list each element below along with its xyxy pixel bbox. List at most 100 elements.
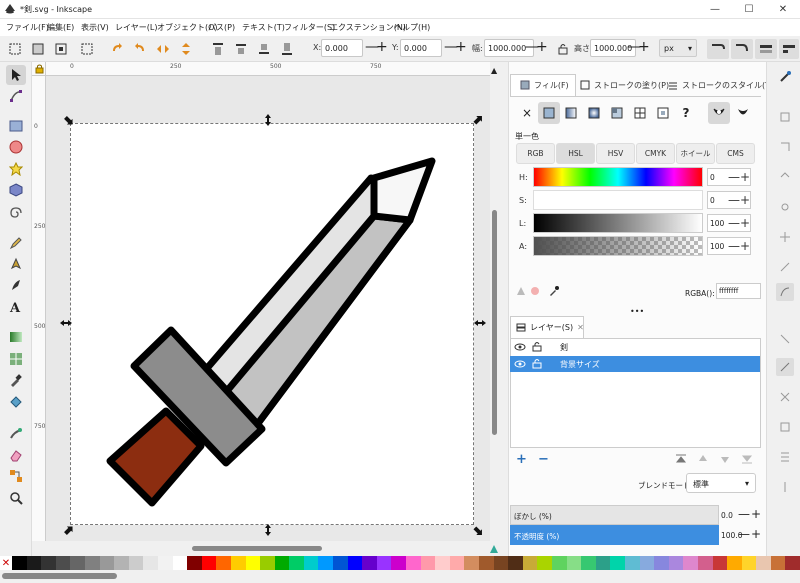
palette-swatch[interactable] bbox=[654, 556, 669, 570]
palette-swatch[interactable] bbox=[406, 556, 421, 570]
node-tool-icon[interactable] bbox=[6, 86, 26, 106]
vertical-ruler[interactable]: 0 250 500 750 bbox=[32, 76, 46, 541]
add-layer-button[interactable]: + bbox=[516, 452, 527, 467]
rotate-cw-icon[interactable] bbox=[131, 40, 149, 58]
mode-hsv-button[interactable]: HSV bbox=[596, 143, 635, 164]
palette-swatch[interactable] bbox=[362, 556, 377, 570]
y-input[interactable] bbox=[400, 39, 442, 57]
layer-row-selected[interactable]: 背景サイズ bbox=[510, 356, 760, 372]
raise-layer-to-top-icon[interactable] bbox=[675, 454, 687, 466]
snap-smooth-icon[interactable] bbox=[776, 358, 794, 376]
palette-swatch[interactable] bbox=[128, 556, 144, 570]
tab-stroke-style[interactable]: ストロークのスタイル(Y) bbox=[668, 74, 773, 96]
raise-layer-icon[interactable] bbox=[697, 454, 709, 466]
lightness-decrement-button[interactable]: — bbox=[728, 216, 740, 230]
palette-swatch[interactable] bbox=[508, 556, 523, 570]
lower-layer-to-bottom-icon[interactable] bbox=[741, 454, 753, 466]
menu-view[interactable]: 表示(V) bbox=[81, 22, 109, 33]
fill-rule-evenodd-icon[interactable] bbox=[708, 102, 730, 124]
snap-paths-icon[interactable] bbox=[776, 283, 794, 301]
color-palette[interactable]: ✕ bbox=[0, 556, 800, 570]
spiral-tool-icon[interactable] bbox=[6, 202, 26, 222]
vertical-scroll-thumb[interactable] bbox=[492, 210, 497, 435]
pencil-tool-icon[interactable] bbox=[6, 233, 26, 253]
mode-rgb-button[interactable]: RGB bbox=[516, 143, 555, 164]
sword-tip[interactable] bbox=[370, 157, 436, 224]
lock-ratio-icon[interactable] bbox=[554, 40, 572, 58]
close-tab-icon[interactable]: ✕ bbox=[577, 323, 584, 332]
blur-increment-button[interactable]: + bbox=[751, 507, 761, 521]
palette-swatch[interactable] bbox=[303, 556, 319, 570]
palette-swatch[interactable] bbox=[697, 556, 713, 570]
hue-increment-button[interactable]: + bbox=[740, 170, 750, 184]
mesh-gradient-button[interactable] bbox=[606, 102, 628, 124]
palette-scroll-thumb[interactable] bbox=[2, 573, 117, 579]
palette-swatch[interactable] bbox=[201, 556, 217, 570]
eye-icon[interactable] bbox=[514, 359, 526, 371]
palette-swatch[interactable] bbox=[727, 556, 742, 570]
scroll-up-arrow-icon[interactable]: ▲ bbox=[491, 66, 497, 75]
palette-swatch[interactable] bbox=[581, 556, 596, 570]
snap-bbox-edge-icon[interactable] bbox=[776, 138, 794, 156]
scale-corners-icon[interactable] bbox=[731, 39, 753, 59]
snap-bbox-icon[interactable] bbox=[776, 108, 794, 126]
unset-paint-button[interactable]: ? bbox=[675, 102, 697, 124]
palette-scrollbar[interactable] bbox=[0, 570, 800, 583]
sword-drawing[interactable] bbox=[106, 157, 436, 507]
palette-swatch[interactable] bbox=[187, 556, 202, 570]
palette-swatch[interactable] bbox=[420, 556, 436, 570]
drawing-canvas[interactable] bbox=[46, 76, 490, 541]
maximize-button[interactable]: ☐ bbox=[732, 0, 766, 19]
scale-stroke-icon[interactable] bbox=[707, 39, 729, 59]
palette-swatch[interactable] bbox=[26, 556, 42, 570]
palette-swatch[interactable] bbox=[683, 556, 698, 570]
palette-swatch[interactable] bbox=[114, 556, 129, 570]
mesh-tool-icon[interactable] bbox=[6, 349, 26, 369]
menu-filter[interactable]: フィルター(S) bbox=[284, 22, 335, 33]
horizontal-scroll-thumb[interactable] bbox=[192, 546, 322, 551]
palette-swatch[interactable] bbox=[551, 556, 567, 570]
layer-row[interactable]: 剣 bbox=[510, 339, 760, 355]
text-tool-icon[interactable]: A bbox=[6, 297, 26, 317]
color-manage-icon[interactable] bbox=[489, 544, 499, 556]
palette-swatch[interactable] bbox=[624, 556, 640, 570]
palette-swatch[interactable] bbox=[333, 556, 348, 570]
palette-swatch[interactable] bbox=[318, 556, 334, 570]
menu-help[interactable]: ヘルプ(H) bbox=[394, 22, 430, 33]
menu-layer[interactable]: レイヤー(L) bbox=[115, 22, 157, 33]
no-color-swatch[interactable]: ✕ bbox=[0, 556, 12, 570]
x-input[interactable] bbox=[321, 39, 363, 57]
zoom-tool-icon[interactable] bbox=[6, 488, 26, 508]
move-patterns-icon[interactable] bbox=[779, 39, 799, 59]
deselect-icon[interactable] bbox=[78, 40, 96, 58]
snap-grid-icon[interactable] bbox=[776, 448, 794, 466]
snap-intersection-icon[interactable] bbox=[776, 388, 794, 406]
mode-hsl-button[interactable]: HSL bbox=[556, 143, 595, 164]
unit-dropdown[interactable]: px ▾ bbox=[659, 39, 697, 57]
palette-swatch[interactable] bbox=[216, 556, 231, 570]
blend-mode-dropdown[interactable]: 標準 ▾ bbox=[686, 473, 756, 493]
gradient-tool-icon[interactable] bbox=[6, 327, 26, 347]
3d-box-tool-icon[interactable] bbox=[6, 180, 26, 200]
snap-guide-icon[interactable] bbox=[776, 478, 794, 496]
palette-swatch[interactable] bbox=[391, 556, 407, 570]
tab-stroke-paint[interactable]: ストロークの塗り(P) bbox=[580, 74, 669, 96]
raise-to-top-icon[interactable] bbox=[209, 40, 227, 58]
calligraphy-tool-icon[interactable] bbox=[6, 275, 26, 295]
mode-cms-button[interactable]: CMS bbox=[716, 143, 755, 164]
menu-file[interactable]: ファイル(F) bbox=[6, 22, 49, 33]
lower-layer-icon[interactable] bbox=[719, 454, 731, 466]
snap-page-icon[interactable] bbox=[776, 418, 794, 436]
rotate-ccw-icon[interactable] bbox=[108, 40, 126, 58]
blur-value[interactable]: 0.0 bbox=[721, 511, 733, 520]
saturation-slider[interactable] bbox=[533, 190, 703, 210]
color-picker-icon[interactable] bbox=[548, 285, 560, 299]
connector-tool-icon[interactable] bbox=[6, 466, 26, 486]
alpha-decrement-button[interactable]: — bbox=[728, 239, 740, 253]
unlock-icon[interactable] bbox=[532, 358, 542, 371]
eye-icon[interactable] bbox=[514, 342, 526, 354]
opacity-decrement-button[interactable]: — bbox=[738, 527, 750, 541]
palette-swatch[interactable] bbox=[260, 556, 275, 570]
drawing-layer[interactable] bbox=[46, 76, 490, 541]
palette-swatch[interactable] bbox=[668, 556, 684, 570]
